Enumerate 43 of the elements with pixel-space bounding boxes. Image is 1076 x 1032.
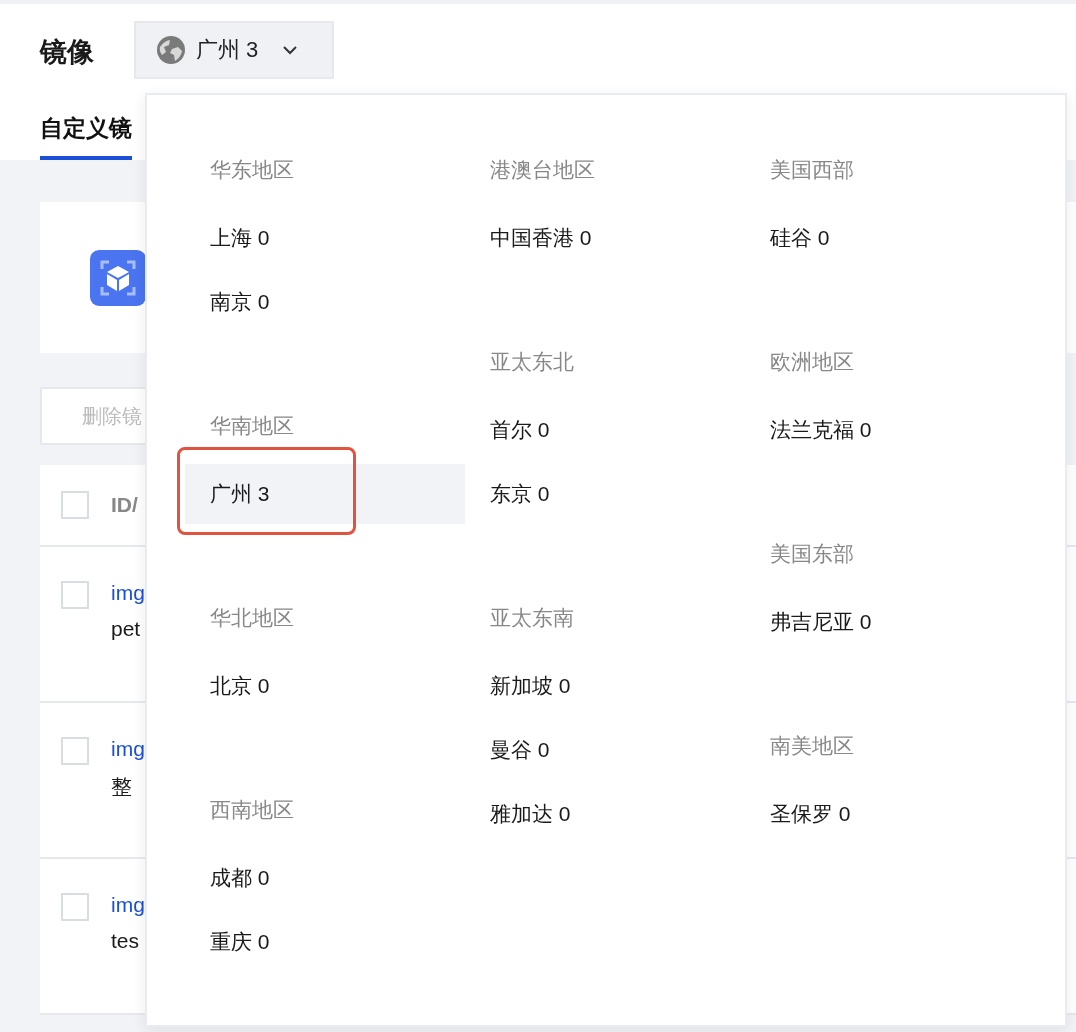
image-name: pet <box>111 617 142 641</box>
region-option[interactable]: 上海 0 <box>185 208 465 268</box>
region-option[interactable]: 圣保罗 0 <box>745 784 1025 844</box>
column-header: ID/ <box>111 493 138 517</box>
region-option[interactable]: 广州 3 <box>185 464 465 524</box>
region-group-title: 西南地区 <box>209 797 295 823</box>
region-option[interactable]: 中国香港 0 <box>465 208 745 268</box>
image-id-link[interactable]: img <box>111 737 145 761</box>
region-option[interactable]: 新加坡 0 <box>465 656 745 716</box>
region-option[interactable]: 北京 0 <box>185 656 465 716</box>
region-group-title: 华南地区 <box>209 413 295 439</box>
row-checkbox[interactable] <box>61 893 89 921</box>
region-group-title: 美国东部 <box>769 541 855 567</box>
region-option[interactable]: 曼谷 0 <box>465 720 745 780</box>
tab[interactable]: 自定义镜 <box>40 100 132 160</box>
region-option[interactable]: 首尔 0 <box>465 400 745 460</box>
region-option[interactable]: 重庆 0 <box>185 912 465 972</box>
region-group-title: 美国西部 <box>769 157 855 183</box>
select-all-checkbox[interactable] <box>61 491 89 519</box>
region-group-title: 华北地区 <box>209 605 295 631</box>
region-option[interactable]: 东京 0 <box>465 464 745 524</box>
region-option[interactable]: 成都 0 <box>185 848 465 908</box>
image-name: tes <box>111 929 140 953</box>
region-group-title: 亚太东南 <box>489 605 575 631</box>
region-group-title: 港澳台地区 <box>489 157 596 183</box>
row-checkbox[interactable] <box>61 581 89 609</box>
region-group-title: 华东地区 <box>209 157 295 183</box>
region-option[interactable]: 硅谷 0 <box>745 208 1025 268</box>
region-group-title: 亚太东北 <box>489 349 575 375</box>
row-checkbox[interactable] <box>61 737 89 765</box>
region-option[interactable]: 弗吉尼亚 0 <box>745 592 1025 652</box>
region-group-title: 南美地区 <box>769 733 855 759</box>
image-id-link[interactable]: img <box>111 893 145 917</box>
page-title: 镜像 <box>40 36 94 69</box>
globe-icon <box>156 35 186 65</box>
chevron-icon <box>282 45 299 55</box>
region-option[interactable]: 南京 0 <box>185 272 465 332</box>
image-id-link[interactable]: img <box>111 581 145 605</box>
region-option[interactable]: 雅加达 0 <box>465 784 745 844</box>
region-group-title: 欧洲地区 <box>769 349 855 375</box>
region-option[interactable]: 法兰克福 0 <box>745 400 1025 460</box>
image-name: 整 <box>111 774 133 800</box>
region-select[interactable]: 广州 3 <box>134 21 334 79</box>
